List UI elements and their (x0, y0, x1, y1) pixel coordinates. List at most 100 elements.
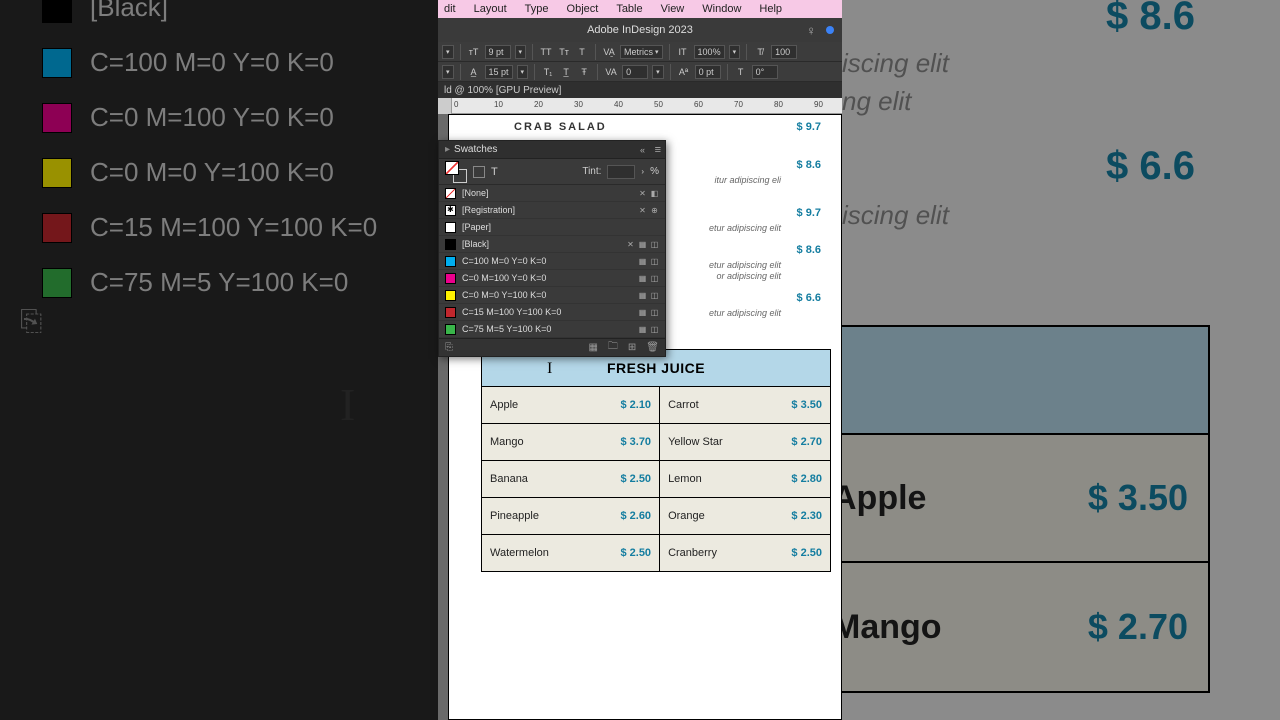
menu-price: $ 9.7 (797, 121, 821, 133)
titlebar: Adobe InDesign 2023 ♀ (438, 18, 842, 42)
menu-desc: etur adipiscing elit (709, 260, 781, 270)
style-dropdown[interactable]: ▾ (442, 65, 454, 79)
leading-icon: A̲ (467, 65, 481, 79)
lock-icon: ✕ (626, 240, 635, 249)
swatches-panel[interactable]: ▸ Swatches « ≡ T Tint: › % [None]✕◧[Regi… (438, 140, 666, 357)
control-bar-2: ▾ A̲ 15 pt ▾ T₁ T̲ Ŧ VA 0 ▾ Aª 0 pt T 0° (438, 62, 842, 82)
app-title: Adobe InDesign 2023 (587, 24, 693, 36)
subscript-icon[interactable]: T₁ (541, 65, 555, 79)
table-row[interactable]: Pineapple$ 2.60Orange$ 2.30 (482, 498, 831, 535)
add-to-cc-icon[interactable]: ⎘ (445, 342, 453, 353)
menu-view[interactable]: View (661, 3, 685, 15)
baseline-icon: Aª (677, 65, 691, 79)
menu-price: $ 8.6 (797, 244, 821, 256)
cmyk-icon: ◫ (650, 325, 659, 334)
text-formatting-icon[interactable]: T (491, 166, 498, 178)
cmyk-icon: ◫ (650, 308, 659, 317)
skew-icon: T (734, 65, 748, 79)
superscript-icon[interactable]: T (575, 45, 589, 59)
font-size-field[interactable]: 9 pt (485, 45, 511, 59)
menu-dit[interactable]: dit (444, 3, 456, 15)
menu-price: $ 8.6 (797, 159, 821, 171)
cmyk-icon: ◫ (650, 257, 659, 266)
kerning-field[interactable]: Metrics▾ (620, 45, 663, 59)
process-icon: ▦ (638, 291, 647, 300)
menu-window[interactable]: Window (702, 3, 741, 15)
document-tab[interactable]: ld @ 100% [GPU Preview] (438, 82, 842, 98)
process-icon: ▦ (638, 325, 647, 334)
menu-heading: CRAB SALAD (514, 121, 607, 133)
panel-title-label: Swatches (454, 144, 497, 155)
ruler[interactable]: 0102030405060708090 (438, 98, 842, 114)
menu-layout[interactable]: Layout (474, 3, 507, 15)
menu-object[interactable]: Object (567, 3, 599, 15)
font-dropdown[interactable]: ▾ (442, 45, 454, 59)
lock-icon: ✕ (638, 206, 647, 215)
table-row[interactable]: Banana$ 2.50Lemon$ 2.80 (482, 461, 831, 498)
swatch-row[interactable]: [Black]✕▦◫ (439, 236, 665, 253)
trash-icon[interactable]: 🗑 (646, 342, 659, 353)
allcaps-icon[interactable]: TT (539, 45, 553, 59)
swatch-row[interactable]: C=100 M=0 Y=0 K=0▦◫ (439, 253, 665, 270)
vscale-field[interactable]: 100% (694, 45, 725, 59)
rotate-icon: T̸ (753, 45, 767, 59)
fill-stroke-icon[interactable] (445, 161, 467, 183)
menu-help[interactable]: Help (759, 3, 782, 15)
hscale-field[interactable]: 100 (771, 45, 797, 59)
font-size-dd[interactable]: ▾ (515, 45, 527, 59)
menu-desc: etur adipiscing elit (709, 223, 781, 233)
swatch-row[interactable]: C=15 M=100 Y=100 K=0▦◫ (439, 304, 665, 321)
new-swatch-icon[interactable]: ⊞ (628, 342, 636, 353)
menu-type[interactable]: Type (525, 3, 549, 15)
swatch-row[interactable]: C=75 M=5 Y=100 K=0▦◫ (439, 321, 665, 338)
panel-menu-icon[interactable]: ≡ (655, 144, 661, 156)
table-row[interactable]: Mango$ 3.70Yellow Star$ 2.70 (482, 424, 831, 461)
hint-icon[interactable]: ♀ (806, 23, 816, 38)
none-icon: ◧ (650, 189, 659, 198)
control-bar-1: ▾ тT 9 pt ▾ TT Tᴛ T VA̱ Metrics▾ IT 100%… (438, 42, 842, 62)
panel-titlebar[interactable]: ▸ Swatches « ≡ (439, 141, 665, 159)
swatch-row[interactable]: C=0 M=100 Y=0 K=0▦◫ (439, 270, 665, 287)
table-row[interactable]: Watermelon$ 2.50Cranberry$ 2.50 (482, 535, 831, 572)
status-dot-icon (826, 26, 834, 34)
registration-icon: ⊕ (650, 206, 659, 215)
folder-icon[interactable]: 🗀 (608, 339, 618, 356)
swatch-row[interactable]: [None]✕◧ (439, 185, 665, 202)
baseline-field[interactable]: 0 pt (695, 65, 721, 79)
text-cursor-icon: I (340, 378, 355, 431)
cmyk-icon: ◫ (650, 240, 659, 249)
menu-table[interactable]: Table (616, 3, 642, 15)
strike-icon[interactable]: Ŧ (577, 65, 591, 79)
panel-options: T Tint: › % (439, 159, 665, 185)
leading-field[interactable]: 15 pt (485, 65, 513, 79)
collapse-icon[interactable]: « (640, 145, 645, 155)
process-icon: ▦ (638, 274, 647, 283)
tint-pct: % (650, 166, 659, 177)
menu-price: $ 9.7 (797, 207, 821, 219)
panel-footer: ⎘ ▦ 🗀 ⊞ 🗑 (439, 338, 665, 356)
underline-icon[interactable]: T̲ (559, 65, 573, 79)
swatch-row[interactable]: [Paper] (439, 219, 665, 236)
tint-field[interactable] (607, 165, 635, 179)
skew-field[interactable]: 0° (752, 65, 778, 79)
process-icon: ▦ (638, 257, 647, 266)
text-cursor-icon: I (547, 360, 552, 378)
cmyk-icon: ◫ (650, 274, 659, 283)
app-window: dit Layout Type Object Table View Window Help A… (438, 0, 842, 720)
container-formatting-icon[interactable] (473, 166, 485, 178)
cmyk-icon: ◫ (650, 291, 659, 300)
process-icon: ▦ (638, 240, 647, 249)
smallcaps-icon[interactable]: Tᴛ (557, 45, 571, 59)
juice-table[interactable]: FRESH JUICE Apple$ 2.10Carrot$ 3.50Mango… (481, 349, 831, 572)
process-icon: ▦ (638, 308, 647, 317)
new-group-icon[interactable]: ▦ (588, 342, 597, 353)
tint-stepper-icon[interactable]: › (641, 167, 644, 176)
vscale-icon: IT (676, 45, 690, 59)
tracking-field[interactable]: 0 (622, 65, 648, 79)
menu-desc: or adipiscing elit (716, 271, 781, 281)
menubar: dit Layout Type Object Table View Window Help (438, 0, 842, 18)
swatch-row[interactable]: C=0 M=0 Y=100 K=0▦◫ (439, 287, 665, 304)
lock-icon: ✕ (638, 189, 647, 198)
swatch-row[interactable]: [Registration]✕⊕ (439, 202, 665, 219)
table-row[interactable]: Apple$ 2.10Carrot$ 3.50 (482, 387, 831, 424)
